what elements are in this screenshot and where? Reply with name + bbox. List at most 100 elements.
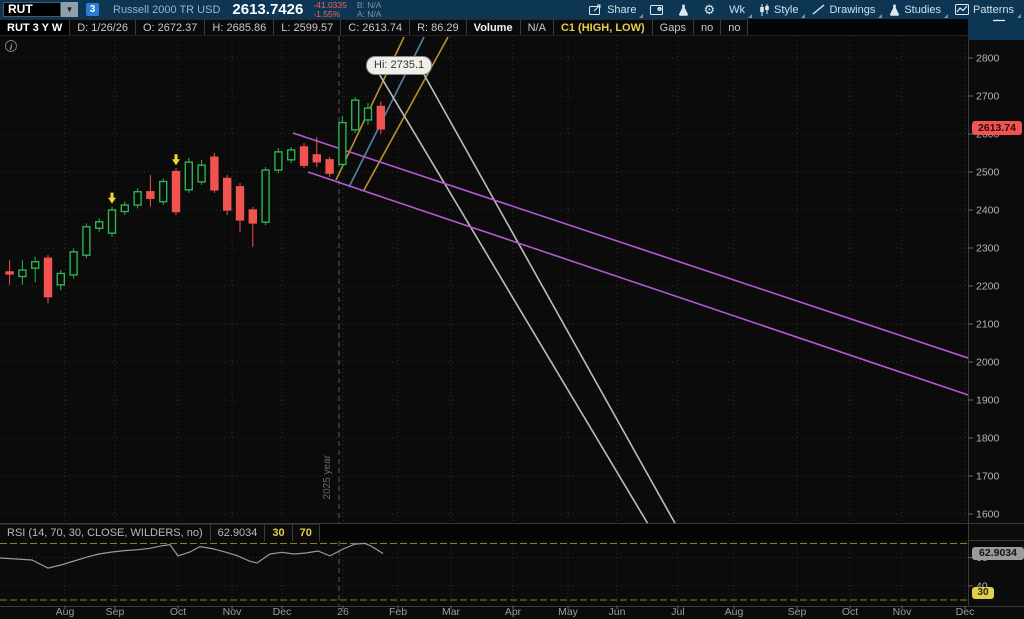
ohlc-date: D: 1/26/26: [70, 19, 136, 35]
chart-title[interactable]: RUT 3 Y W: [0, 19, 70, 35]
time-tick-label: Sep: [106, 606, 125, 618]
candle: [352, 97, 359, 133]
candles-icon: [759, 4, 770, 16]
last-price: 2613.7426: [232, 1, 303, 18]
candle: [83, 223, 90, 258]
timeframe-button[interactable]: Wk: [729, 4, 745, 16]
price-tick-label: 2000: [976, 357, 1000, 369]
candle: [377, 101, 384, 134]
price-change: -41.0335 -1.55%: [313, 1, 347, 19]
quick-study-button[interactable]: [678, 4, 689, 16]
candle: [70, 248, 77, 278]
time-tick-label: Nov: [223, 606, 242, 618]
symbol-description: Russell 2000 TR USD: [113, 4, 220, 16]
style-label: Style: [774, 4, 798, 16]
price-tick-label: 1600: [976, 509, 1000, 521]
svg-text:!: !: [659, 7, 660, 12]
flask-icon: [889, 4, 900, 16]
price-tick-label: 1700: [976, 471, 1000, 483]
time-tick-label: Apr: [505, 606, 522, 618]
price-tick-label: 2700: [976, 91, 1000, 103]
share-icon: [589, 4, 603, 15]
rsi-value-badge: 62.9034: [972, 547, 1024, 560]
alerts-button[interactable]: !: [650, 4, 664, 16]
price-tick-label: 1900: [976, 395, 1000, 407]
share-label: Share: [607, 4, 636, 16]
candle-setting[interactable]: C1 (HIGH, LOW): [554, 19, 653, 35]
last-price-badge: 2613.74: [972, 121, 1022, 135]
candle: [109, 207, 116, 237]
time-tick-label: 26: [337, 606, 349, 618]
dropdown-caret: [748, 14, 752, 18]
chart-status-row: RUT 3 Y W D: 1/26/26 O: 2672.37 H: 2685.…: [0, 19, 968, 36]
patterns-label: Patterns: [973, 4, 1014, 16]
price-tick-label: 1800: [976, 433, 1000, 445]
ask-value: A: N/A: [357, 10, 382, 19]
dropdown-caret: [878, 14, 882, 18]
year-divider-label: 2025 year: [322, 455, 333, 499]
time-tick-label: Dec: [956, 606, 975, 618]
candle: [160, 178, 167, 205]
price-tick-label: 2400: [976, 205, 1000, 217]
rsi-oversold-level[interactable]: 30: [265, 524, 292, 541]
gaps-label[interactable]: Gaps: [653, 19, 694, 35]
settings-button[interactable]: ⚙: [703, 3, 715, 16]
studies-button[interactable]: Studies: [889, 4, 941, 16]
candle: [262, 167, 269, 225]
chart-application: RUT ▼ 3 Russell 2000 TR USD 2613.7426 -4…: [0, 0, 1024, 619]
info-icon[interactable]: i: [5, 40, 17, 52]
candle: [211, 153, 218, 193]
ohlc-range: R: 86.29: [410, 19, 467, 35]
high-callout-tooltip: Hi: 2735.1: [366, 56, 432, 75]
chart-link-badge[interactable]: 3: [86, 3, 99, 16]
drawings-button[interactable]: Drawings: [812, 4, 875, 16]
candle: [134, 188, 141, 208]
time-tick-label: Aug: [725, 606, 744, 618]
dropdown-caret: [639, 14, 643, 18]
main-toolbar: RUT ▼ 3 Russell 2000 TR USD 2613.7426 -4…: [0, 0, 1024, 19]
candle: [288, 147, 295, 163]
share-button[interactable]: Share: [589, 4, 636, 16]
volume-label[interactable]: Volume: [467, 19, 521, 35]
rsi-study-header: RSI (14, 70, 30, CLOSE, WILDERS, no) 62.…: [0, 524, 968, 541]
pattern-icon: [955, 4, 969, 15]
flask-icon: [678, 4, 689, 16]
studies-label: Studies: [904, 4, 941, 16]
time-tick-label: Feb: [389, 606, 407, 618]
rsi-oversold-badge: 30: [972, 587, 994, 599]
patterns-button[interactable]: Patterns: [955, 4, 1014, 16]
style-button[interactable]: Style: [759, 4, 798, 16]
ticker-input[interactable]: RUT: [3, 2, 61, 17]
ticker-dropdown-button[interactable]: ▼: [61, 2, 78, 17]
trendline-icon: [812, 4, 825, 15]
volume-value: N/A: [521, 19, 554, 35]
ohlc-close: C: 2613.74: [341, 19, 410, 35]
time-tick-label: May: [558, 606, 579, 618]
time-tick-label: Mar: [442, 606, 461, 618]
time-tick-label: Jun: [609, 606, 626, 618]
candle: [173, 168, 180, 215]
gaps-value-2: no: [721, 19, 748, 35]
ohlc-open: O: 2672.37: [136, 19, 205, 35]
time-tick-label: Jul: [671, 606, 684, 618]
price-tick-label: 2800: [976, 53, 1000, 65]
time-tick-label: Sep: [788, 606, 807, 618]
candle: [45, 255, 52, 303]
price-tick-label: 2300: [976, 243, 1000, 255]
candle: [301, 143, 308, 168]
change-percent: -1.55%: [313, 10, 347, 19]
timeframe-label: Wk: [729, 4, 745, 16]
rsi-overbought-level[interactable]: 70: [293, 524, 320, 541]
candle: [275, 148, 282, 173]
drawings-label: Drawings: [829, 4, 875, 16]
candle: [224, 175, 231, 215]
rsi-study-label[interactable]: RSI (14, 70, 30, CLOSE, WILDERS, no): [0, 524, 211, 541]
ohlc-low: L: 2599.57: [274, 19, 341, 35]
ohlc-high: H: 2685.86: [205, 19, 274, 35]
dropdown-caret: [801, 14, 805, 18]
time-tick-label: Oct: [842, 606, 858, 618]
dropdown-caret: [944, 14, 948, 18]
gaps-value-1: no: [694, 19, 721, 35]
dropdown-caret: [1017, 14, 1021, 18]
candle: [339, 116, 346, 168]
